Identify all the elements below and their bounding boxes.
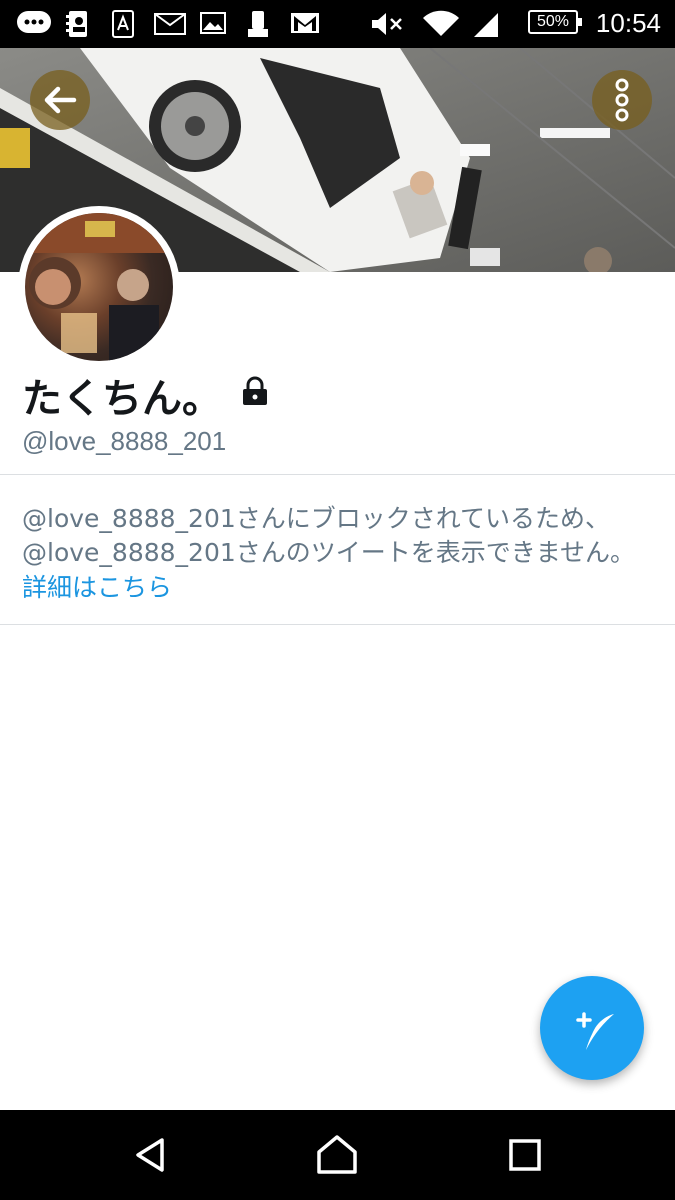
divider (0, 474, 675, 475)
battery-indicator: 50% (528, 10, 582, 34)
avatar[interactable] (18, 206, 180, 368)
navigation-bar (0, 1110, 675, 1200)
triangle-back-icon (136, 1138, 164, 1172)
square-recents-icon (509, 1139, 541, 1171)
chat-bubble-icon (16, 10, 52, 40)
device-icon (248, 10, 268, 42)
clock: 10:54 (595, 8, 661, 38)
status-bar: 50% 10:54 (0, 0, 675, 48)
mute-icon (370, 10, 404, 42)
profile-name: たくちん。 (22, 376, 222, 422)
compose-tweet-button[interactable] (540, 976, 644, 1080)
signal-icon (472, 10, 500, 42)
compose-tweet-icon (576, 1012, 614, 1050)
arrow-left-icon (44, 86, 77, 114)
gallery-icon (200, 10, 226, 40)
lock-icon (240, 376, 270, 410)
more-vertical-icon (615, 78, 629, 122)
wifi-icon (422, 10, 460, 42)
au-mail-icon (154, 10, 186, 42)
home-icon (317, 1135, 357, 1174)
nav-back-button[interactable] (128, 1132, 174, 1182)
back-button[interactable] (30, 70, 90, 130)
app-store-icon (112, 10, 134, 42)
learn-more-link[interactable]: 詳細はこちら (22, 568, 172, 604)
nav-recents-button[interactable] (502, 1132, 548, 1182)
avatar-image (25, 213, 173, 361)
blocked-notice: @love_8888_201さんにブロックされているため、@love_8888_… (22, 504, 636, 567)
overflow-menu-button[interactable] (592, 70, 652, 130)
gmail-icon (290, 10, 320, 40)
contact-book-icon (66, 10, 90, 42)
nav-home-button[interactable] (314, 1132, 360, 1182)
divider (0, 624, 675, 625)
profile-handle: @love_8888_201 (22, 426, 227, 456)
